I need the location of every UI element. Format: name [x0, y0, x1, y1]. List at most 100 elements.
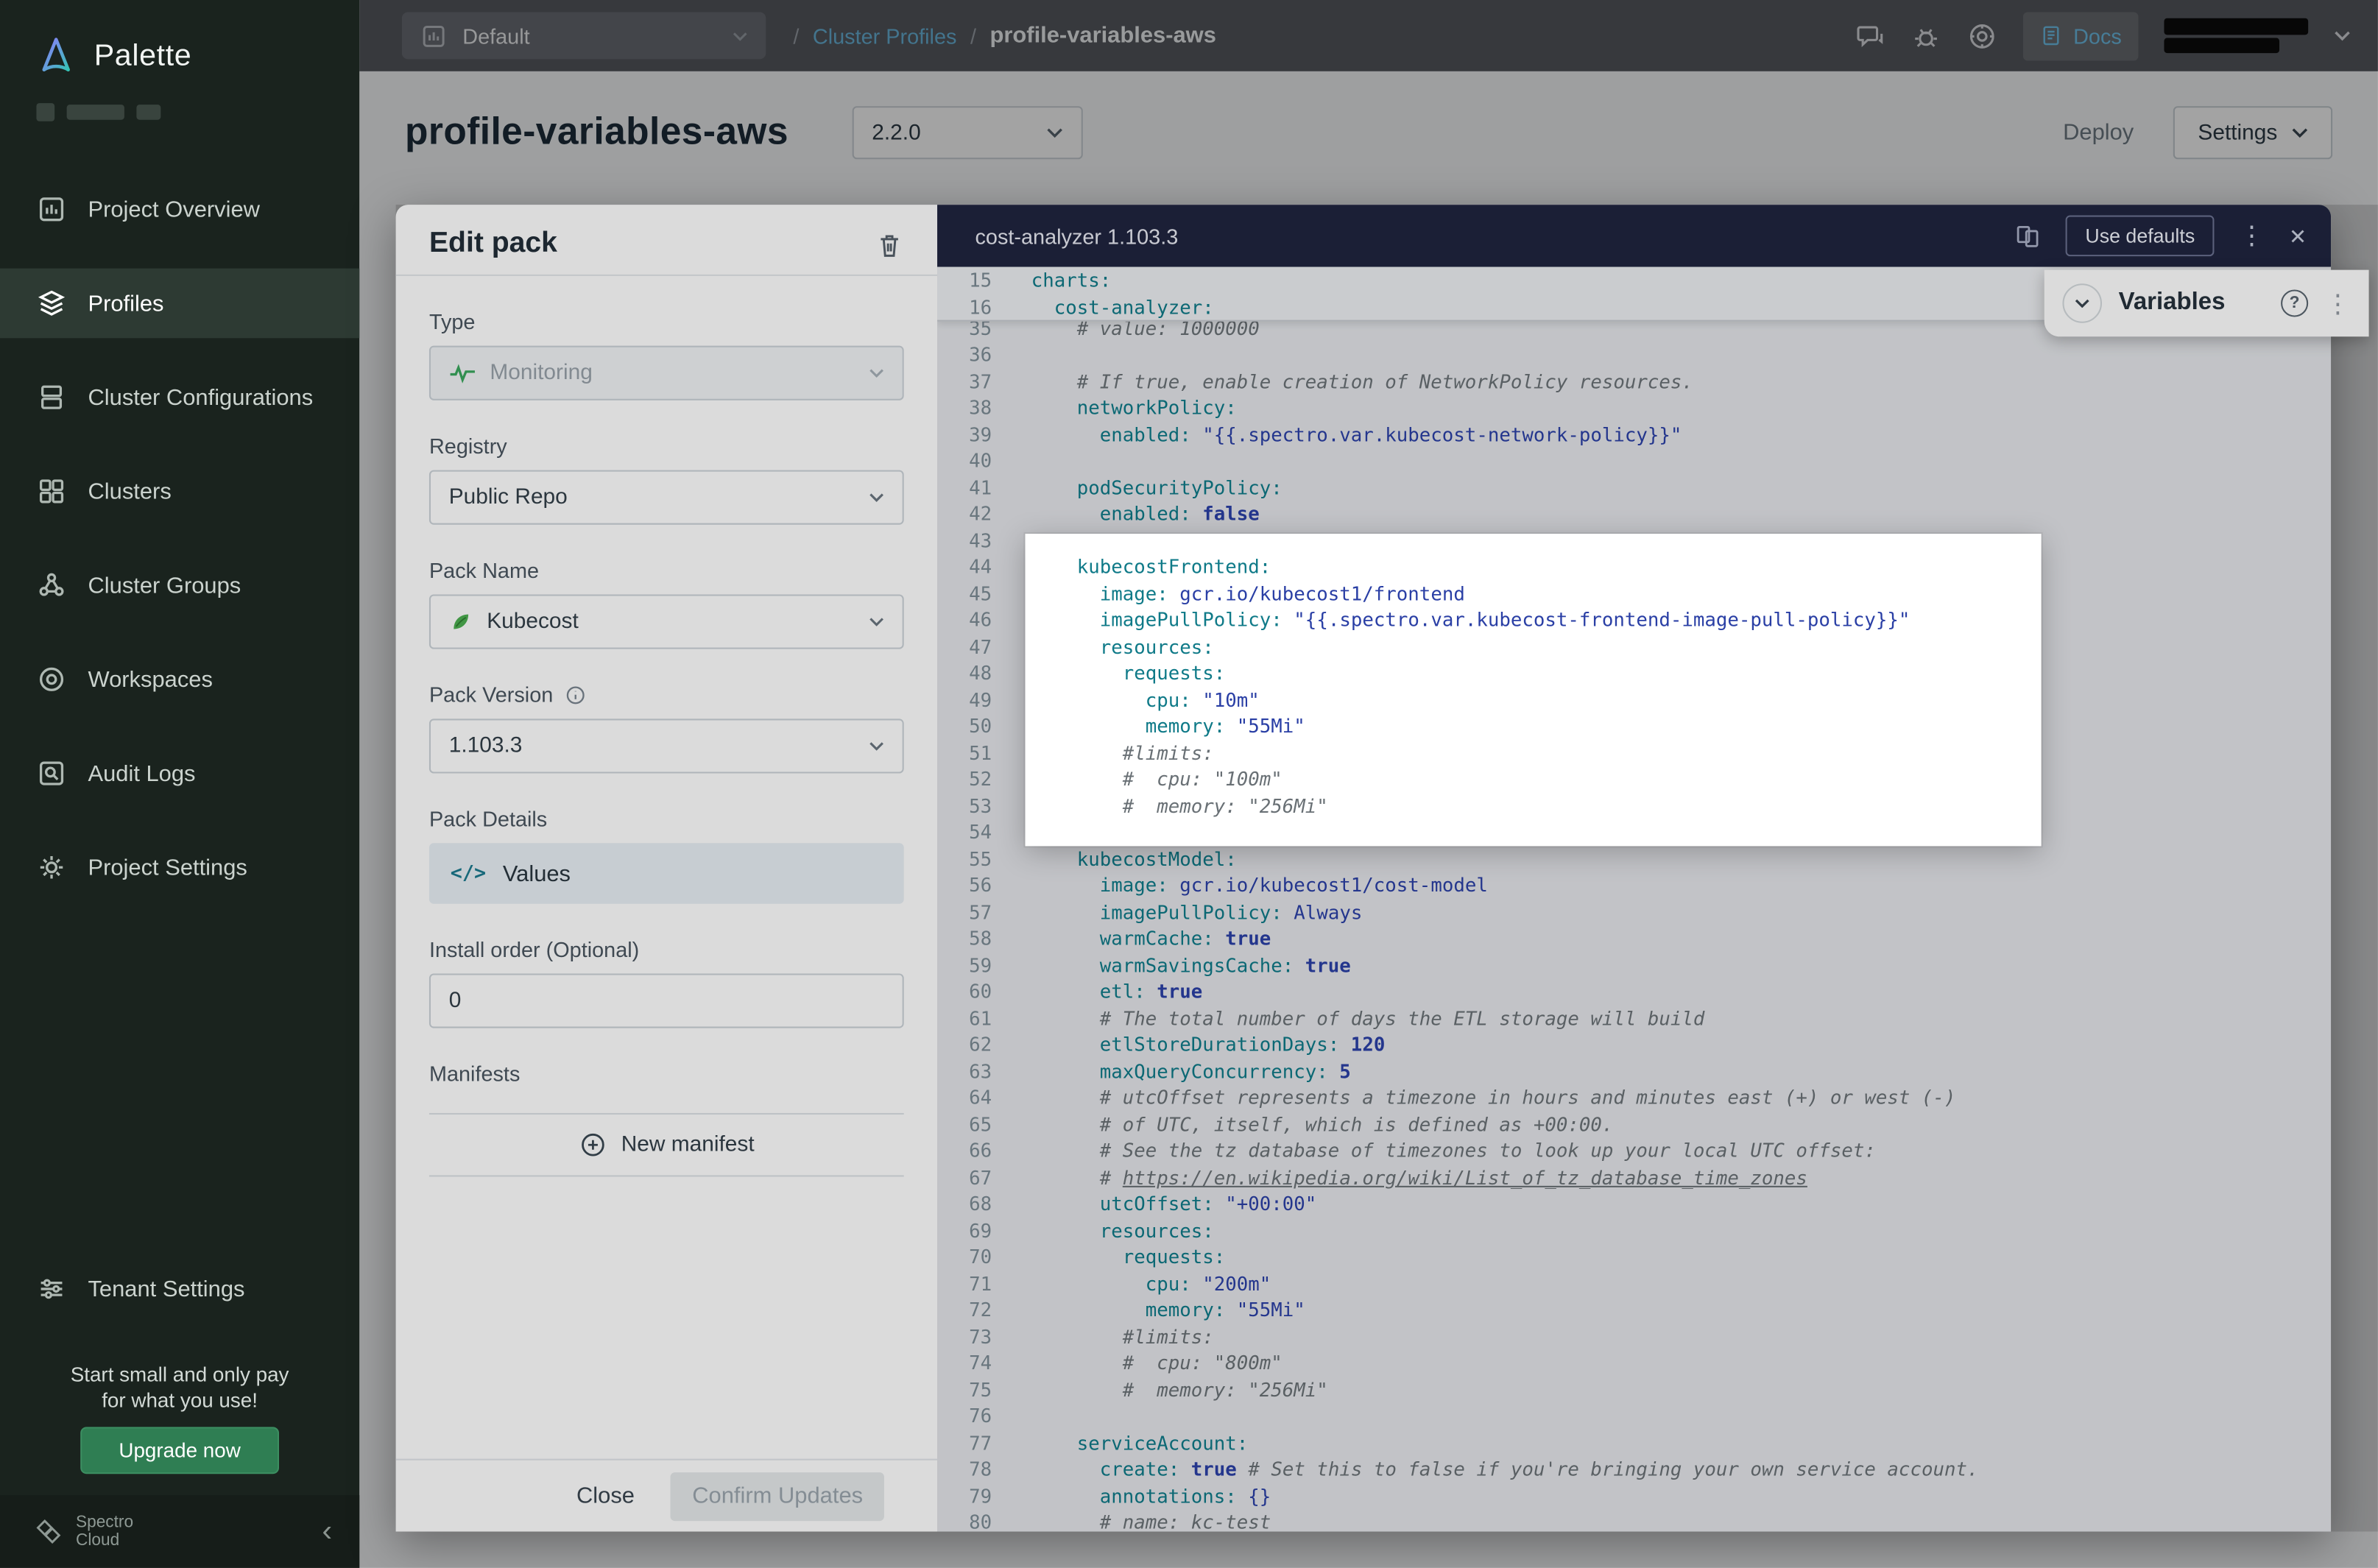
variables-kebab-icon[interactable]: ⋮ — [2325, 290, 2351, 316]
line-number: 64 — [937, 1084, 1013, 1111]
line-number: 55 — [937, 845, 1013, 872]
line-number: 53 — [937, 792, 1013, 819]
confirm-updates-button[interactable]: Confirm Updates — [671, 1472, 884, 1520]
chevron-down-icon[interactable] — [2334, 30, 2351, 40]
settings-button[interactable]: Settings — [2173, 106, 2332, 159]
sidebar-item-label: Clusters — [88, 478, 171, 504]
code-line: 62 etlStoreDurationDays: 120 — [937, 1031, 2331, 1058]
page-header: profile-variables-aws 2.2.0 Deploy Setti… — [359, 71, 2378, 194]
spectro-cloud-wordmark: Spectro Cloud — [76, 1514, 133, 1550]
variables-panel-title: Variables — [2119, 289, 2265, 317]
install-order-input[interactable] — [429, 973, 904, 1028]
pack-version-select[interactable]: 1.103.3 — [429, 718, 904, 773]
line-number: 59 — [937, 952, 1013, 978]
settings-label: Settings — [2198, 121, 2277, 145]
logo-row: Palette — [0, 0, 359, 79]
sidebar-item-cluster-groups[interactable]: Cluster Groups — [0, 551, 359, 621]
line-number: 46 — [937, 607, 1013, 633]
trash-icon[interactable] — [875, 230, 904, 258]
sidebar-item-workspaces[interactable]: Workspaces — [0, 644, 359, 714]
editor-body[interactable]: 35 # value: 10000003637 # If true, enabl… — [937, 267, 2331, 1532]
sidebar-item-profiles[interactable]: Profiles — [0, 269, 359, 339]
upgrade-now-button[interactable]: Upgrade now — [80, 1427, 279, 1474]
code-line: 75 # memory: "256Mi" — [937, 1376, 2331, 1402]
values-tab-label: Values — [503, 861, 571, 886]
grid-icon — [36, 476, 66, 506]
line-number: 36 — [937, 341, 1013, 367]
highlighted-code-block[interactable]: kubecostFrontend: image: gcr.io/kubecost… — [1025, 534, 2041, 846]
sidebar-item-cluster-configurations[interactable]: Cluster Configurations — [0, 362, 359, 432]
sidebar-item-label: Audit Logs — [88, 760, 195, 786]
kebab-menu-icon[interactable]: ⋮ — [2239, 223, 2265, 249]
code-line: 37 # If true, enable creation of Network… — [937, 368, 2331, 395]
sidebar-item-label: Project Settings — [88, 855, 247, 880]
chevron-down-icon — [869, 741, 884, 750]
brand-line-1: Spectro — [76, 1514, 133, 1532]
nodes-icon — [36, 571, 66, 601]
code-line — [1025, 819, 2041, 845]
line-number: 76 — [937, 1402, 1013, 1429]
line-number: 74 — [937, 1349, 1013, 1376]
line-number: 79 — [937, 1483, 1013, 1509]
bug-report-icon[interactable] — [1911, 21, 1941, 51]
sidebar-item-label: Cluster Groups — [88, 573, 241, 598]
plus-circle-icon — [579, 1131, 606, 1159]
pack-details-label: Pack Details — [429, 807, 904, 831]
code-line: 60 etl: true — [937, 978, 2331, 1005]
line-number: 15 — [937, 267, 1013, 294]
chevron-down-icon — [2075, 299, 2090, 308]
editor-header-actions: Use defaults ⋮ ✕ — [2014, 216, 2307, 257]
help-icon[interactable] — [1967, 21, 1997, 51]
deploy-button[interactable]: Deploy — [2054, 119, 2143, 147]
palette-logo-icon — [33, 33, 79, 79]
line-number: 60 — [937, 978, 1013, 1005]
breadcrumb-cluster-profiles[interactable]: Cluster Profiles — [813, 24, 957, 48]
chevron-down-icon — [869, 492, 884, 501]
project-selector[interactable]: Default — [402, 12, 766, 59]
use-defaults-button[interactable]: Use defaults — [2066, 216, 2215, 257]
sidebar-item-audit-logs[interactable]: Audit Logs — [0, 738, 359, 808]
line-number: 42 — [937, 501, 1013, 527]
code-line: 76 — [937, 1402, 2331, 1429]
version-select[interactable]: 2.2.0 — [852, 106, 1082, 159]
breadcrumb-current: profile-variables-aws — [990, 23, 1216, 49]
editor-header: cost-analyzer 1.103.3 Use defaults ⋮ ✕ — [937, 205, 2331, 266]
sidebar-item-label: Cluster Configurations — [88, 384, 313, 410]
redacted-user-info — [2164, 18, 2308, 53]
redacted-bar — [67, 105, 124, 120]
new-manifest-button[interactable]: New manifest — [429, 1113, 904, 1177]
version-value: 2.2.0 — [872, 121, 1046, 145]
sidebar-item-project-settings[interactable]: Project Settings — [0, 833, 359, 903]
pack-name-select[interactable]: Kubecost — [429, 594, 904, 649]
sidebar-item-tenant-settings[interactable]: Tenant Settings — [0, 1259, 359, 1319]
diff-view-icon[interactable] — [2014, 222, 2042, 250]
registry-select[interactable]: Public Repo — [429, 470, 904, 525]
type-select: Monitoring — [429, 346, 904, 400]
registry-value: Public Repo — [449, 485, 855, 509]
sidebar-collapse-icon[interactable]: ‹ — [322, 1516, 332, 1547]
app: Palette Project Overview Profiles Cluste… — [0, 0, 2378, 1568]
code-line: 40 — [937, 448, 2331, 474]
docs-button[interactable]: Docs — [2023, 11, 2138, 60]
info-icon[interactable] — [564, 683, 587, 706]
edit-pack-title: Edit pack — [429, 227, 557, 261]
gear-icon — [36, 852, 66, 883]
sidebar-item-clusters[interactable]: Clusters — [0, 456, 359, 526]
type-value: Monitoring — [490, 361, 855, 385]
close-button[interactable]: Close — [568, 1482, 644, 1511]
line-number: 37 — [937, 368, 1013, 395]
variables-collapse-button[interactable] — [2062, 283, 2102, 323]
manifests-label: Manifests — [429, 1062, 904, 1086]
line-number: 66 — [937, 1137, 1013, 1164]
line-number: 40 — [937, 448, 1013, 474]
close-icon[interactable]: ✕ — [2289, 225, 2307, 247]
chat-icon[interactable] — [1855, 21, 1885, 51]
values-tab[interactable]: </> Values — [429, 843, 904, 903]
sidebar-item-project-overview[interactable]: Project Overview — [0, 174, 359, 244]
line-number: 75 — [937, 1376, 1013, 1402]
variables-help-icon[interactable]: ? — [2281, 289, 2308, 317]
breadcrumb-separator: / — [970, 24, 976, 48]
code-line: 38 networkPolicy: — [937, 395, 2331, 421]
code-line: 70 requests: — [937, 1243, 2331, 1270]
code-lines: 35 # value: 10000003637 # If true, enabl… — [937, 314, 2331, 1531]
